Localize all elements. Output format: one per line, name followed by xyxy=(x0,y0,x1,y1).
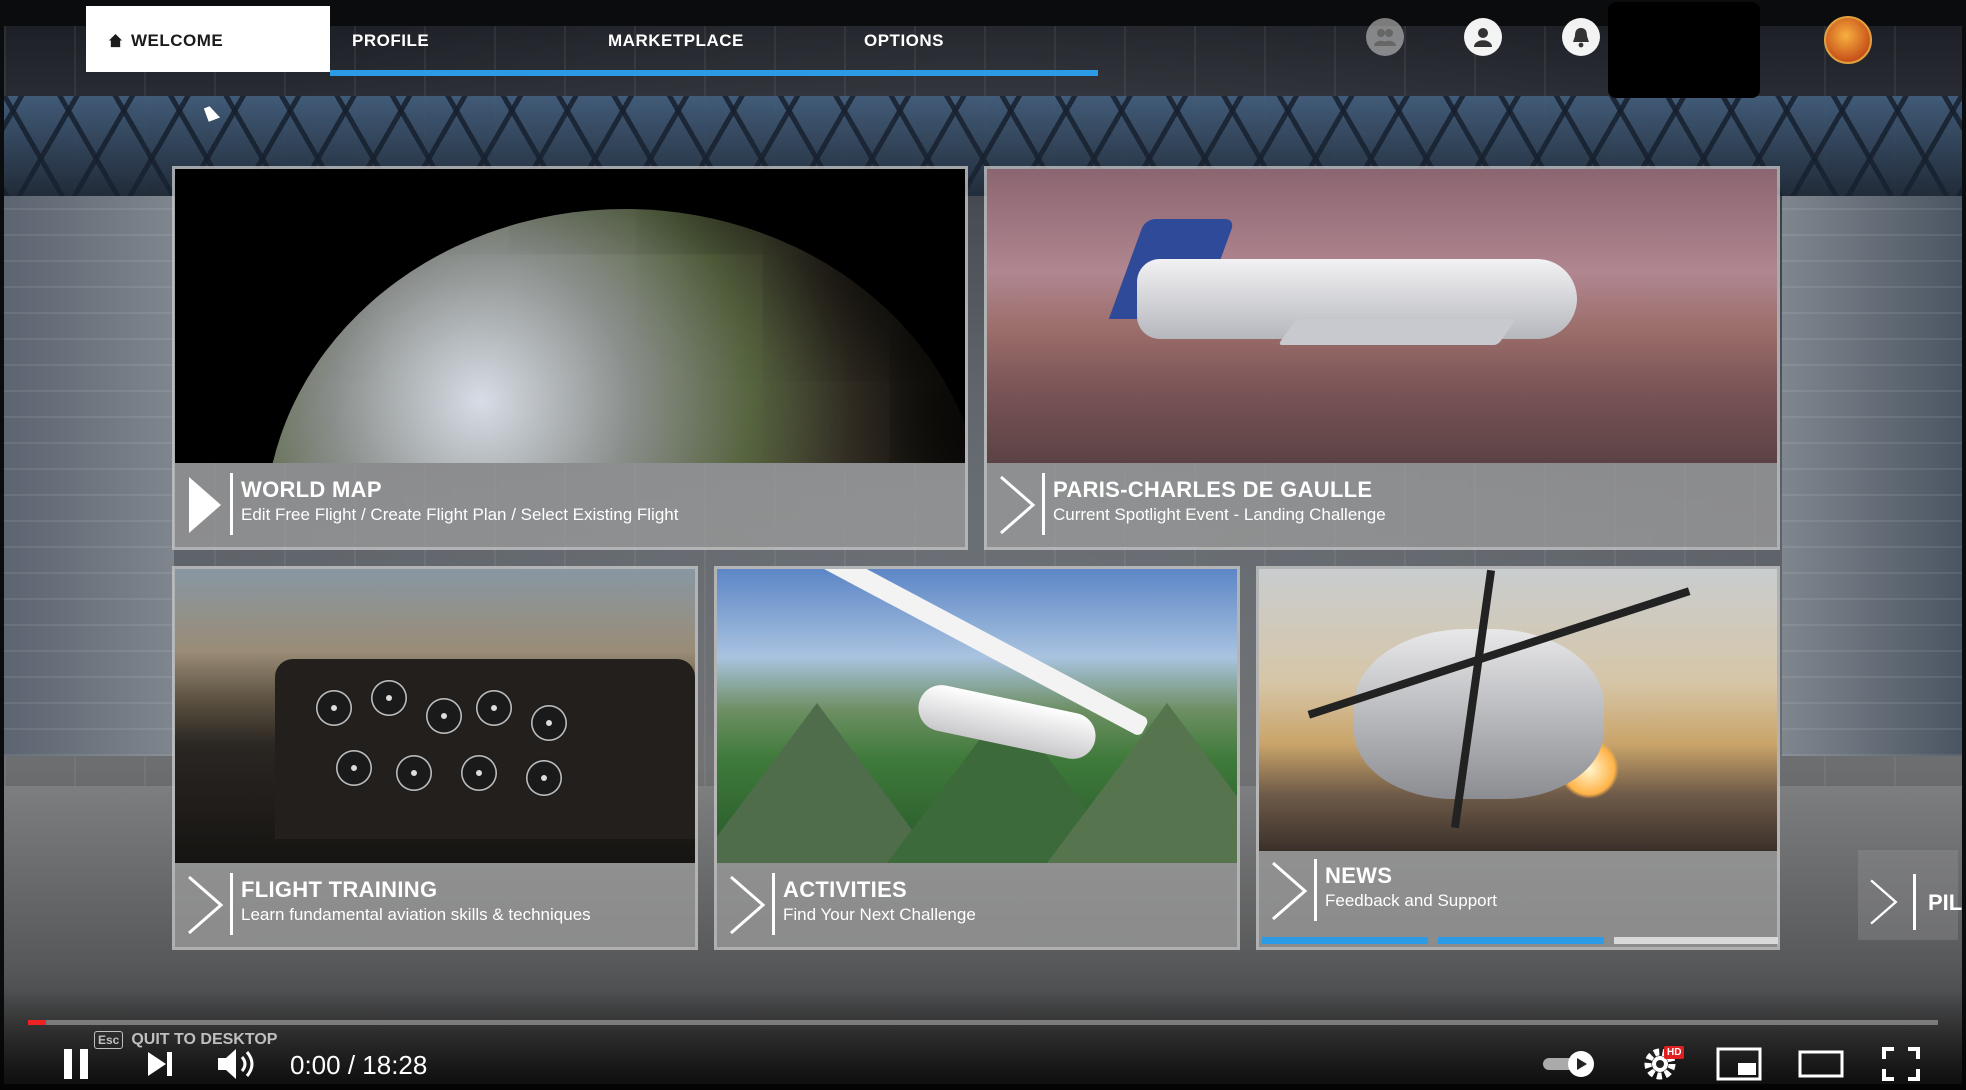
gauge xyxy=(525,759,563,797)
tile-title: FLIGHT TRAINING xyxy=(241,877,438,902)
tab-options[interactable]: OPTIONS xyxy=(842,6,1098,76)
world-map-tile[interactable]: WORLD MAP Edit Free Flight / Create Flig… xyxy=(172,166,968,550)
tile-caption: ACTIVITIES Find Your Next Challenge xyxy=(717,863,1237,947)
tab-underline xyxy=(330,70,586,76)
esc-key-badge: Esc xyxy=(94,1031,124,1049)
gauge xyxy=(530,704,568,742)
tile-title: ACTIVITIES xyxy=(783,877,908,902)
duration: 18:28 xyxy=(362,1050,428,1080)
gauge xyxy=(335,749,373,787)
divider xyxy=(1042,473,1045,535)
carousel-dot[interactable] xyxy=(1438,937,1604,944)
gauge xyxy=(315,689,353,727)
divider xyxy=(1913,874,1916,930)
tile-caption: FLIGHT TRAINING Learn fundamental aviati… xyxy=(175,863,695,947)
divider xyxy=(230,473,233,535)
tab-label: MARKETPLACE xyxy=(608,31,744,50)
tile-title: PARIS-CHARLES DE GAULLE xyxy=(1053,477,1373,502)
divider xyxy=(230,873,233,935)
instrument-panel xyxy=(275,659,695,839)
tile-subtitle: Feedback and Support xyxy=(1325,891,1498,910)
tile-subtitle: Edit Free Flight / Create Flight Plan / … xyxy=(241,505,679,524)
notifications-icon[interactable] xyxy=(1562,18,1600,56)
spotlight-tile[interactable]: PARIS-CHARLES DE GAULLE Current Spotligh… xyxy=(984,166,1780,550)
pause-icon[interactable] xyxy=(56,1044,96,1084)
autoplay-toggle-icon[interactable] xyxy=(1540,1044,1600,1084)
time-separator: / xyxy=(340,1050,363,1080)
gauge xyxy=(370,679,408,717)
tab-label: WELCOME xyxy=(131,31,224,50)
tile-title: WORLD MAP xyxy=(241,477,382,502)
tab-underline xyxy=(586,70,842,76)
flight-training-tile[interactable]: FLIGHT TRAINING Learn fundamental aviati… xyxy=(172,566,698,950)
home-icon xyxy=(108,33,123,53)
divider xyxy=(772,873,775,935)
user-avatar[interactable] xyxy=(1824,16,1872,64)
airliner-image xyxy=(987,169,1777,463)
fullscreen-icon[interactable] xyxy=(1878,1044,1924,1084)
turboprop-image xyxy=(1259,569,1777,851)
tab-label: PROFILE xyxy=(352,31,430,50)
news-carousel-indicator xyxy=(1262,937,1778,944)
chevron-right-outline-icon xyxy=(1870,879,1898,925)
carousel-dot[interactable] xyxy=(1614,937,1778,944)
chevron-right-icon xyxy=(189,477,221,533)
mountain-flight-image xyxy=(717,569,1237,863)
main-menu-nav: WELCOME PROFILE MARKETPLACE OPTIONS xyxy=(0,0,1966,98)
theater-mode-icon[interactable] xyxy=(1796,1044,1846,1084)
plane-wing xyxy=(1277,319,1517,345)
tab-profile[interactable]: PROFILE xyxy=(330,6,586,76)
next-icon[interactable] xyxy=(140,1044,180,1084)
divider xyxy=(1314,859,1317,921)
hangar-wall-right xyxy=(1782,196,1962,756)
tile-title: PIL xyxy=(1928,890,1963,915)
pilots-tile-peek[interactable]: PIL xyxy=(1858,850,1962,940)
gauge xyxy=(460,754,498,792)
carousel-dot[interactable] xyxy=(1262,937,1428,944)
tile-title: NEWS xyxy=(1325,863,1393,888)
chevron-right-outline-icon xyxy=(188,875,224,935)
tab-marketplace[interactable]: MARKETPLACE xyxy=(586,6,842,76)
tab-label: OPTIONS xyxy=(864,31,945,50)
profile-icon[interactable] xyxy=(1464,18,1502,56)
tile-subtitle: Current Spotlight Event - Landing Challe… xyxy=(1053,505,1386,524)
redacted-region xyxy=(1608,2,1760,98)
miniplayer-icon[interactable] xyxy=(1714,1044,1764,1084)
video-played-portion xyxy=(28,1020,46,1025)
tab-welcome[interactable]: WELCOME xyxy=(86,6,330,72)
friends-icon[interactable] xyxy=(1366,18,1404,56)
chevron-right-outline-icon xyxy=(1272,861,1308,921)
volume-icon[interactable] xyxy=(212,1044,262,1084)
activities-tile[interactable]: ACTIVITIES Find Your Next Challenge xyxy=(714,566,1240,950)
current-time: 0:00 xyxy=(290,1050,341,1080)
news-tile[interactable]: NEWS Feedback and Support xyxy=(1256,566,1780,950)
chevron-right-outline-icon xyxy=(730,875,766,935)
tile-subtitle: Find Your Next Challenge xyxy=(783,905,976,924)
gauge xyxy=(475,689,513,727)
hd-badge: HD xyxy=(1664,1046,1685,1059)
video-time: 0:00 / 18:28 xyxy=(290,1050,427,1081)
tile-caption: PARIS-CHARLES DE GAULLE Current Spotligh… xyxy=(987,463,1777,547)
chevron-right-outline-icon xyxy=(1000,475,1036,535)
hangar-wall-left xyxy=(4,196,174,756)
cockpit-image xyxy=(175,569,695,863)
tile-caption: WORLD MAP Edit Free Flight / Create Flig… xyxy=(175,463,965,547)
video-progress-bar[interactable] xyxy=(28,1020,1938,1025)
tile-subtitle: Learn fundamental aviation skills & tech… xyxy=(241,905,591,924)
earth-globe xyxy=(265,209,965,463)
tab-underline xyxy=(842,70,1098,76)
gauge xyxy=(395,754,433,792)
tile-caption: NEWS Feedback and Support xyxy=(1259,851,1777,947)
earth-image xyxy=(175,169,965,463)
gauge xyxy=(425,697,463,735)
